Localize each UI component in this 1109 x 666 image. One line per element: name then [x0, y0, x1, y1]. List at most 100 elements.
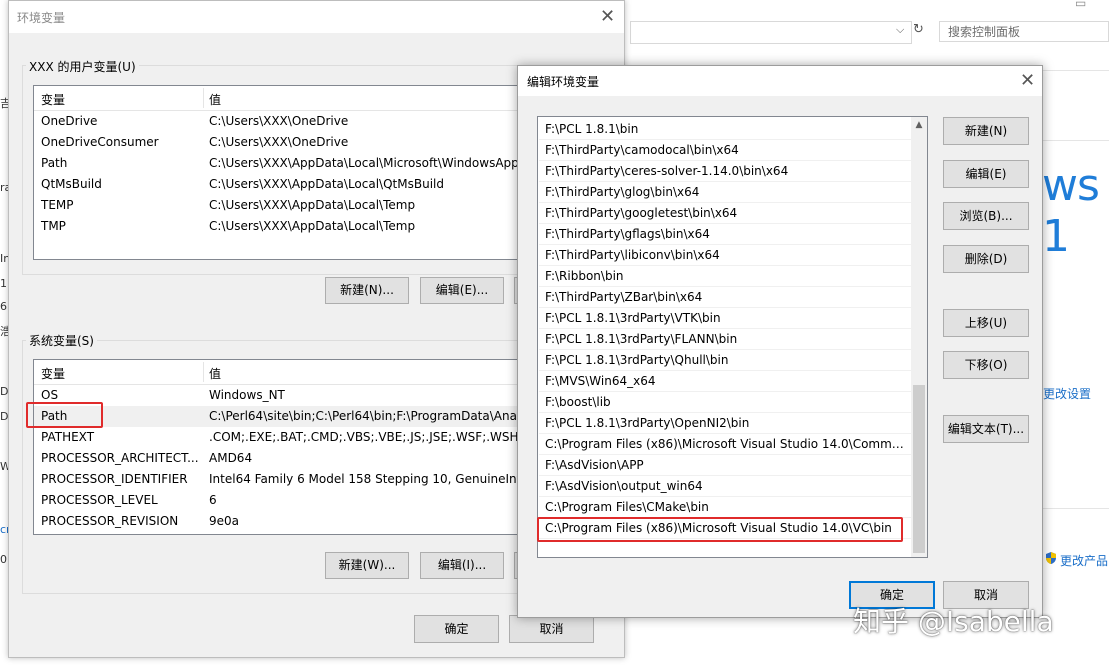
path-entry: F:\PCL 1.8.1\bin: [545, 122, 639, 136]
change-settings-link[interactable]: 更改设置: [1043, 385, 1091, 402]
path-entry: F:\AsdVision\APP: [545, 458, 644, 472]
refresh-icon[interactable]: ↻: [913, 22, 924, 37]
path-entry: F:\ThirdParty\libiconv\bin\x64: [545, 248, 720, 262]
path-list[interactable]: F:\PCL 1.8.1\bin F:\ThirdParty\camodocal…: [537, 116, 928, 558]
edit-text-button[interactable]: 编辑文本(T)...: [943, 415, 1029, 443]
system-new-button[interactable]: 新建(W)...: [325, 552, 409, 579]
watermark-text: 知乎 @Isabella: [853, 605, 1054, 638]
system-edit-button[interactable]: 编辑(I)...: [420, 552, 504, 579]
variable-value: C:\Perl64\site\bin;C:\Perl64\bin;F:\Prog…: [209, 409, 531, 423]
variable-value: C:\Users\XXX\OneDrive: [209, 135, 349, 149]
new-path-button[interactable]: 新建(N): [943, 117, 1029, 145]
path-entry: C:\Program Files (x86)\Microsoft Visual …: [545, 437, 907, 451]
variable-value: 6: [209, 493, 217, 507]
path-entry: F:\ThirdParty\gflags\bin\x64: [545, 227, 710, 241]
left-edge-text: 0: [0, 553, 7, 566]
list-item[interactable]: F:\AsdVision\APP: [539, 455, 912, 476]
close-icon[interactable]: ✕: [600, 8, 615, 26]
address-bar[interactable]: [630, 21, 912, 44]
titlebar: 环境变量 ✕: [9, 1, 624, 33]
window-control-icon[interactable]: ▭: [1075, 0, 1086, 10]
move-down-button[interactable]: 下移(O): [943, 351, 1029, 379]
path-entry: F:\ThirdParty\googletest\bin\x64: [545, 206, 738, 220]
variable-name: TMP: [41, 219, 66, 233]
list-item[interactable]: F:\ThirdParty\glog\bin\x64: [539, 182, 912, 203]
edit-environment-variable-dialog: 编辑环境变量 ✕ F:\PCL 1.8.1\bin F:\ThirdParty\…: [517, 65, 1043, 618]
path-entry: F:\PCL 1.8.1\3rdParty\FLANN\bin: [545, 332, 738, 346]
cancel-button[interactable]: 取消: [509, 615, 594, 643]
variable-value: Intel64 Family 6 Model 158 Stepping 10, …: [209, 472, 529, 486]
search-control-panel-input[interactable]: 搜索控制面板: [939, 21, 1109, 42]
list-item[interactable]: F:\boost\lib: [539, 392, 912, 413]
dialog-title: 环境变量: [17, 11, 66, 25]
column-separator[interactable]: [203, 362, 204, 382]
list-item[interactable]: F:\MVS\Win64_x64: [539, 371, 912, 392]
variable-name: PROCESSOR_ARCHITECT...: [41, 451, 199, 465]
path-entry: F:\PCL 1.8.1\3rdParty\OpenNI2\bin: [545, 416, 750, 430]
path-entry: F:\MVS\Win64_x64: [545, 374, 656, 388]
variable-name: QtMsBuild: [41, 177, 102, 191]
path-entry: F:\boost\lib: [545, 395, 611, 409]
list-item[interactable]: F:\PCL 1.8.1\3rdParty\FLANN\bin: [539, 329, 912, 350]
delete-path-button[interactable]: 删除(D): [943, 245, 1029, 273]
list-item[interactable]: F:\ThirdParty\ceres-solver-1.14.0\bin\x6…: [539, 161, 912, 182]
variable-value: Windows_NT: [209, 388, 285, 402]
column-separator[interactable]: [203, 88, 204, 108]
ok-button[interactable]: 确定: [414, 615, 499, 643]
variable-name: PROCESSOR_REVISION: [41, 514, 179, 528]
path-entry: F:\ThirdParty\glog\bin\x64: [545, 185, 700, 199]
list-item[interactable]: F:\AsdVision\output_win64: [539, 476, 912, 497]
variable-value: AMD64: [209, 451, 253, 465]
list-item[interactable]: F:\PCL 1.8.1\3rdParty\VTK\bin: [539, 308, 912, 329]
left-edge-text: 6: [0, 300, 7, 313]
system-variables-label: 系统变量(S): [26, 332, 97, 349]
change-product-link[interactable]: 更改产品: [1060, 552, 1108, 569]
variable-name: OneDrive: [41, 114, 98, 128]
divider: [1040, 508, 1109, 509]
list-item[interactable]: F:\Ribbon\bin: [539, 266, 912, 287]
path-entry: F:\AsdVision\output_win64: [545, 479, 703, 493]
column-header-name[interactable]: 变量: [41, 91, 65, 108]
vertical-scrollbar[interactable]: ▲: [911, 117, 927, 557]
variable-name: OS: [41, 388, 59, 402]
variable-name: Path: [41, 156, 68, 170]
column-header-name[interactable]: 变量: [41, 365, 65, 382]
variable-value: .COM;.EXE;.BAT;.CMD;.VBS;.VBE;.JS;.JSE;.…: [209, 430, 537, 444]
variable-name: PROCESSOR_LEVEL: [41, 493, 158, 507]
move-up-button[interactable]: 上移(U): [943, 309, 1029, 337]
variable-value: C:\Users\XXX\AppData\Local\QtMsBuild: [209, 177, 444, 191]
list-item[interactable]: F:\PCL 1.8.1\3rdParty\Qhull\bin: [539, 350, 912, 371]
windows-logo-text: ws 1: [1042, 160, 1100, 262]
variable-name: PATHEXT: [41, 430, 95, 444]
variable-value: C:\Users\XXX\AppData\Local\Temp: [209, 219, 416, 233]
user-new-button[interactable]: 新建(N)...: [325, 277, 409, 304]
scroll-up-icon[interactable]: ▲: [911, 120, 927, 130]
user-edit-button[interactable]: 编辑(E)...: [420, 277, 504, 304]
column-header-value[interactable]: 值: [209, 365, 221, 382]
list-item[interactable]: F:\ThirdParty\libiconv\bin\x64: [539, 245, 912, 266]
list-item[interactable]: F:\PCL 1.8.1\3rdParty\OpenNI2\bin: [539, 413, 912, 434]
list-item[interactable]: F:\ThirdParty\ZBar\bin\x64: [539, 287, 912, 308]
browse-button[interactable]: 浏览(B)...: [943, 202, 1029, 230]
list-item[interactable]: F:\PCL 1.8.1\bin: [539, 119, 912, 140]
list-item[interactable]: C:\Program Files\CMake\bin: [539, 497, 912, 518]
edit-path-button[interactable]: 编辑(E): [943, 160, 1029, 188]
list-item[interactable]: C:\Program Files (x86)\Microsoft Visual …: [539, 434, 912, 455]
column-header-value[interactable]: 值: [209, 91, 221, 108]
close-icon[interactable]: ✕: [1020, 72, 1035, 90]
list-item[interactable]: F:\ThirdParty\gflags\bin\x64: [539, 224, 912, 245]
list-item[interactable]: F:\ThirdParty\googletest\bin\x64: [539, 203, 912, 224]
variable-name: PROCESSOR_IDENTIFIER: [41, 472, 188, 486]
variable-value: C:\Users\XXX\AppData\Local\Microsoft\Win…: [209, 156, 519, 170]
chevron-down-icon[interactable]: ⌵: [896, 23, 904, 37]
path-entry: C:\Program Files\CMake\bin: [545, 500, 709, 514]
path-entry: F:\ThirdParty\ZBar\bin\x64: [545, 290, 703, 304]
scrollbar-thumb[interactable]: [913, 385, 925, 553]
variable-name: TEMP: [41, 198, 74, 212]
divider: [1040, 140, 1109, 141]
list-item[interactable]: F:\ThirdParty\camodocal\bin\x64: [539, 140, 912, 161]
variable-name: OneDriveConsumer: [41, 135, 159, 149]
user-variables-label: XXX 的用户变量(U): [26, 58, 139, 75]
titlebar: 编辑环境变量 ✕: [518, 66, 1042, 96]
variable-value: C:\Users\XXX\OneDrive: [209, 114, 349, 128]
